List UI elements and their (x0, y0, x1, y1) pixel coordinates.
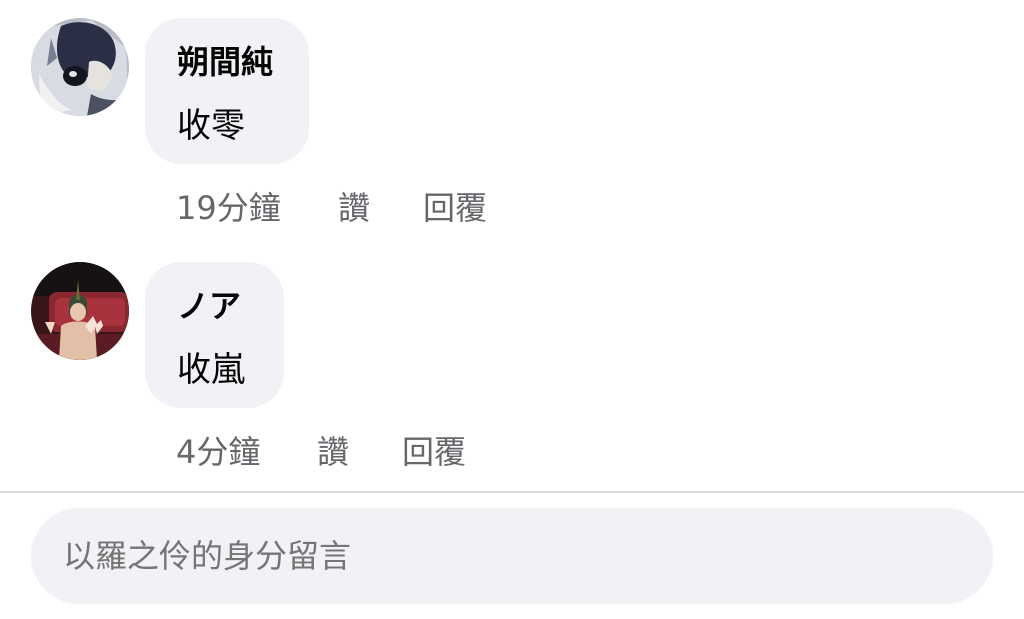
avatar-image (31, 18, 129, 116)
reply-button[interactable]: 回覆 (423, 186, 487, 230)
comment-bubble: ノア 收嵐 (145, 262, 284, 408)
comment-bubble: 朔間純 收零 (145, 18, 309, 164)
avatar[interactable] (31, 18, 129, 116)
divider (0, 491, 1024, 493)
reply-button[interactable]: 回覆 (402, 430, 466, 474)
comment-author[interactable]: ノア (177, 286, 241, 326)
comment-composer[interactable] (31, 508, 993, 604)
like-button[interactable]: 讚 (317, 430, 349, 474)
avatar[interactable] (31, 262, 129, 360)
comment-author[interactable]: 朔間純 (177, 42, 273, 82)
comment-text: 收零 (177, 106, 245, 146)
avatar-image (31, 262, 129, 360)
like-button[interactable]: 讚 (338, 186, 370, 230)
comment-timestamp[interactable]: 19分鐘 (176, 186, 281, 230)
comment-input[interactable] (63, 532, 943, 580)
comment-text: 收嵐 (177, 350, 245, 390)
comments-panel: 朔間純 收零 19分鐘 讚 回覆 ノア 收嵐 4分鐘 讚 回覆 (0, 0, 1024, 619)
comment-timestamp[interactable]: 4分鐘 (176, 430, 260, 474)
